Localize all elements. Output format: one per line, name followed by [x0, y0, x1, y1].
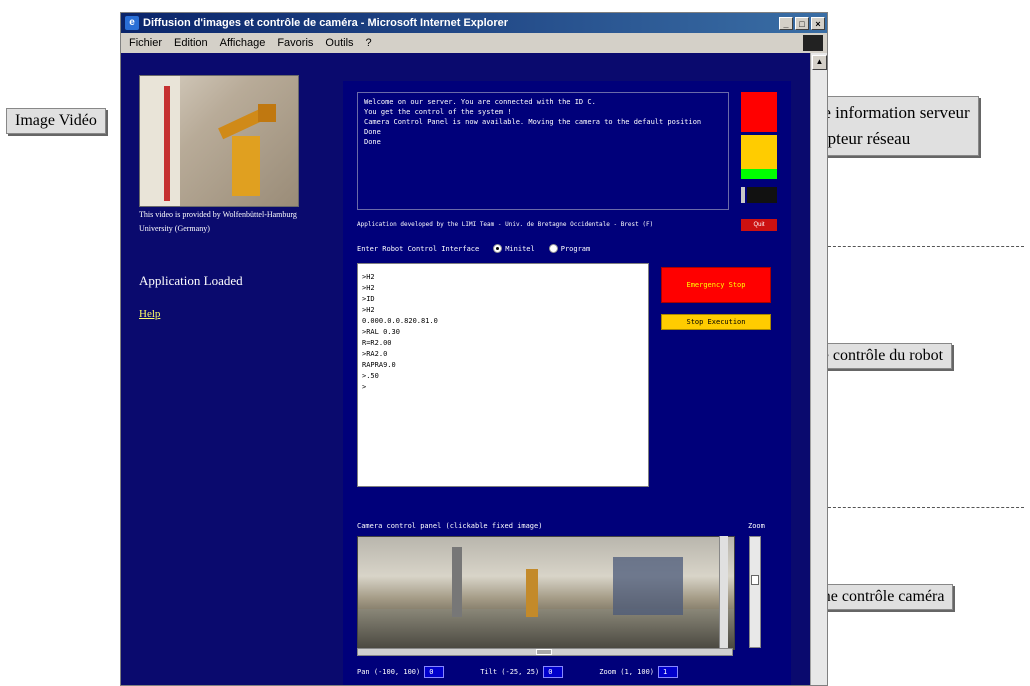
radio-minitel[interactable] [493, 244, 503, 253]
browser-window: e Diffusion d'images et contrôle de camé… [120, 12, 828, 686]
zoom-group: Zoom (1, 100) 1 [599, 666, 679, 678]
zoom-slider-thumb[interactable] [751, 575, 759, 585]
tilt-label: Tilt (-25, 25) [480, 668, 540, 676]
app-status: Application Loaded [139, 273, 243, 288]
close-button[interactable]: × [811, 16, 825, 30]
quit-button[interactable]: Quit [741, 219, 777, 231]
emergency-stop-button[interactable]: Emergency Stop [661, 267, 771, 303]
command-line: >RA2.0 [362, 350, 388, 358]
minimize-button[interactable]: _ [779, 16, 793, 30]
radio-minitel-label: Minitel [505, 244, 535, 253]
zoom-range-label: Zoom (1, 100) [599, 668, 655, 676]
tilt-group: Tilt (-25, 25) 0 [480, 666, 564, 678]
menu-file[interactable]: Fichier [129, 37, 162, 49]
command-line: >.50 [362, 372, 379, 380]
maximize-button[interactable]: □ [795, 16, 809, 30]
interface-label: Enter Robot Control Interface [357, 244, 480, 253]
help-link[interactable]: Help [139, 308, 160, 320]
camera-values-row: Pan (-100, 100) 0 Tilt (-25, 25) 0 Zoom … [357, 666, 787, 678]
page-content: This video is provided by Wolfenbüttel-H… [121, 53, 811, 685]
ie-icon: e [125, 16, 139, 30]
camera-panorama-image[interactable] [357, 536, 735, 650]
command-line: > [362, 383, 367, 391]
menu-edit[interactable]: Edition [174, 37, 208, 49]
stop-execution-button[interactable]: Stop Execution [661, 314, 771, 330]
title-bar: e Diffusion d'images et contrôle de camé… [121, 13, 827, 33]
command-line: >H2 [362, 306, 375, 314]
pan-value-field[interactable]: 0 [424, 666, 445, 678]
menu-help[interactable]: ? [366, 37, 372, 49]
status-light-red [741, 92, 777, 132]
tilt-value-field[interactable]: 0 [543, 666, 564, 678]
divider-line-lower [828, 507, 1024, 508]
command-line: >H2 [362, 284, 375, 292]
interface-row: Enter Robot Control Interface Minitel Pr… [357, 244, 777, 253]
camera-panel-label: Camera control panel (clickable fixed im… [357, 522, 543, 530]
pan-group: Pan (-100, 100) 0 [357, 666, 445, 678]
menu-view[interactable]: Affichage [220, 37, 266, 49]
status-light-green [741, 169, 777, 179]
page-scrollbar[interactable]: ▲ [810, 53, 827, 685]
zoom-value-field[interactable]: 1 [658, 666, 679, 678]
command-line: >ID [362, 295, 375, 303]
status-light-yellow [741, 135, 777, 169]
command-line: RAPRA9.0 [362, 361, 396, 369]
window-title: Diffusion d'images et contrôle de caméra… [143, 17, 509, 29]
video-image [139, 75, 299, 207]
robot-command-area[interactable]: >H2 >H2 >ID >H2 0.000.0.0.820.81.0 >RAL 0.30 R… [357, 263, 649, 487]
network-sensor [747, 187, 777, 203]
radio-program[interactable] [548, 244, 558, 253]
radio-program-label: Program [560, 244, 591, 253]
command-line: R=R2.00 [362, 339, 392, 347]
command-line: 0.000.0.0.820.81.0 [362, 317, 438, 325]
panorama-position-marker[interactable] [719, 536, 728, 648]
credit-text: Application developed by the LIMI Team -… [357, 221, 654, 228]
pan-scrollbar-thumb[interactable] [536, 649, 552, 655]
annotation-video: Image Vidéo [6, 108, 106, 134]
menu-bar: Fichier Edition Affichage Favoris Outils… [121, 33, 827, 54]
server-console[interactable]: Welcome on our server. You are connected… [357, 92, 729, 210]
control-panel: Welcome on our server. You are connected… [343, 81, 791, 685]
video-caption: This video is provided by Wolfenbüttel-H… [139, 210, 297, 233]
zoom-slider[interactable] [749, 536, 761, 648]
command-line: >RAL 0.30 [362, 328, 400, 336]
menu-favorites[interactable]: Favoris [277, 37, 313, 49]
pan-label: Pan (-100, 100) [357, 668, 421, 676]
pan-scrollbar[interactable] [357, 648, 733, 656]
scroll-up-arrow[interactable]: ▲ [812, 55, 827, 70]
command-line: >H2 [362, 273, 375, 281]
windows-logo-icon [803, 35, 823, 51]
network-sensor-bar [741, 187, 745, 203]
zoom-title: Zoom [748, 522, 765, 530]
divider-line-upper [828, 246, 1024, 247]
menu-tools[interactable]: Outils [325, 37, 353, 49]
